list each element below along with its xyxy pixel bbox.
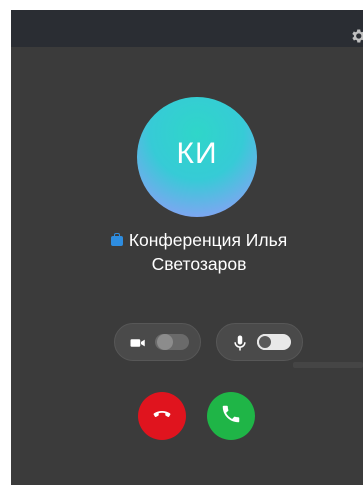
microphone-icon — [231, 334, 249, 352]
phone-hangup-icon — [150, 402, 174, 431]
video-switch[interactable] — [155, 334, 189, 350]
briefcase-icon — [110, 233, 123, 246]
gear-icon[interactable] — [349, 27, 363, 45]
caller-name: Конференция Илья Светозаров — [49, 228, 349, 276]
video-toggle[interactable] — [114, 323, 201, 361]
video-switch-knob — [157, 334, 173, 350]
phone-icon — [220, 403, 242, 430]
screen: КИ Конференция Илья Светозаров — [0, 0, 363, 485]
decline-call-button[interactable] — [138, 392, 186, 440]
accept-call-button[interactable] — [207, 392, 255, 440]
microphone-toggle[interactable] — [216, 323, 303, 361]
video-camera-icon — [129, 334, 147, 352]
incoming-call-window: КИ Конференция Илья Светозаров — [11, 10, 363, 485]
faint-background-text — [293, 362, 363, 368]
microphone-switch-knob — [257, 334, 273, 350]
avatar-initials: КИ — [176, 137, 218, 170]
avatar: КИ — [137, 97, 257, 217]
title-bar — [11, 10, 363, 47]
caller-name-line1: Конференция Илья — [128, 230, 288, 250]
caller-name-line2: Светозаров — [151, 254, 247, 274]
microphone-switch[interactable] — [257, 334, 291, 350]
